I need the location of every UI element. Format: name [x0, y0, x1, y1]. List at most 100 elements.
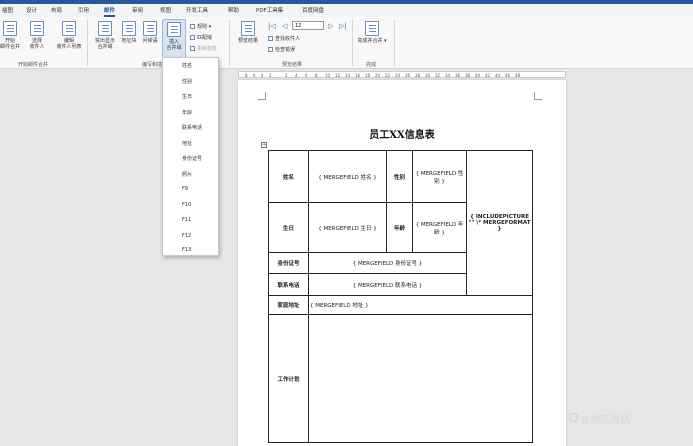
- group-separator: [229, 20, 230, 66]
- work-plan-cell[interactable]: [308, 314, 533, 443]
- insert-field-icon: [167, 22, 181, 37]
- field-address[interactable]: { MERGEFIELD 地址 }: [308, 295, 533, 315]
- field-option[interactable]: 地址: [182, 140, 192, 147]
- finish-merge-button[interactable]: 完成并合并 ▾: [356, 21, 388, 44]
- list-edit-icon: [62, 21, 76, 36]
- ruler-tick: 48: [515, 73, 521, 78]
- preview-abc-icon: [241, 21, 255, 36]
- check-errors-button[interactable]: 检查错误: [268, 46, 295, 53]
- field-option[interactable]: 姓名: [182, 62, 192, 69]
- ruler-tick: 38: [465, 73, 471, 78]
- select-recipients-button[interactable]: 选择 收件人: [26, 21, 48, 50]
- employee-info-table[interactable]: 姓名 { MERGEFIELD 姓名 } 性别 { MERGEFIELD 性别 …: [268, 150, 533, 443]
- ruler-tick: 4: [295, 73, 298, 78]
- ruler-tick: 10: [325, 73, 331, 78]
- group-separator: [394, 20, 395, 66]
- next-record-button[interactable]: ▷: [328, 22, 333, 30]
- label-gender: 性别: [386, 150, 413, 203]
- field-phone[interactable]: { MERGEFIELD 联系电话 }: [308, 273, 467, 296]
- highlight-fields-button[interactable]: 突出显示 合并域: [92, 21, 118, 50]
- update-labels-button[interactable]: 更新标签: [190, 45, 217, 52]
- start-merge-button[interactable]: 开始 邮件合并: [0, 21, 20, 50]
- field-option[interactable]: 性别: [182, 78, 192, 85]
- label-name: 姓名: [268, 150, 309, 203]
- field-photo[interactable]: { INCLUDEPICTURE "" \* MERGEFORMAT }: [466, 150, 533, 296]
- first-record-button[interactable]: |◁: [268, 22, 276, 30]
- field-option[interactable]: F9: [182, 186, 188, 192]
- record-number-input[interactable]: [292, 21, 324, 30]
- find-recipient-label: 查找收件人: [275, 36, 301, 42]
- edit-recipients-label: 编辑 收件人列表: [56, 38, 82, 50]
- ruler-tick: 20: [375, 73, 381, 78]
- ruler-tick: 8: [315, 73, 318, 78]
- ruler-tick: 16: [355, 73, 361, 78]
- horizontal-ruler[interactable]: 8 6 4 2 2 4 6 8 10 12 14 16 18 20 22 24 …: [238, 71, 566, 78]
- greeting-line-label: 问候语: [142, 38, 158, 44]
- tab-insert[interactable]: 插图: [2, 6, 13, 14]
- watermark: @地瓜说机: [580, 415, 630, 426]
- field-name[interactable]: { MERGEFIELD 姓名 }: [308, 150, 387, 203]
- start-merge-label: 开始 邮件合并: [0, 38, 21, 50]
- ruler-tick: 8: [245, 73, 248, 78]
- tab-pdf-tools[interactable]: PDF工具集: [256, 6, 283, 14]
- field-option[interactable]: 联系电话: [182, 124, 202, 131]
- edit-recipients-button[interactable]: 编辑 收件人列表: [54, 21, 84, 50]
- greeting-icon: [143, 21, 157, 36]
- field-age[interactable]: { MERGEFIELD 年龄 }: [412, 202, 467, 253]
- address-block-label: 地址块: [121, 38, 137, 44]
- tab-references[interactable]: 引用: [78, 6, 89, 14]
- match-fields-icon: [190, 35, 195, 40]
- watermark-logo-icon: [569, 413, 578, 422]
- tab-design[interactable]: 设计: [26, 6, 37, 14]
- field-option[interactable]: 照片: [182, 171, 192, 178]
- tab-developer[interactable]: 开发工具: [186, 6, 208, 14]
- tab-view[interactable]: 视图: [160, 6, 171, 14]
- ruler-tick: 6: [305, 73, 308, 78]
- match-fields-button[interactable]: 匹配域: [190, 34, 212, 41]
- group-label-write-insert: 编写和插: [142, 62, 163, 68]
- margin-corner-mark: [258, 92, 266, 100]
- preview-results-button[interactable]: 预览结果: [234, 21, 262, 44]
- greeting-line-button[interactable]: 问候语: [140, 21, 160, 44]
- rules-label: 规则: [197, 24, 208, 30]
- document-title[interactable]: 员工XX信息表: [238, 126, 566, 141]
- tab-help[interactable]: 帮助: [228, 6, 239, 14]
- tab-mailings[interactable]: 邮件: [104, 6, 116, 17]
- tab-review[interactable]: 审阅: [132, 6, 143, 14]
- document-page[interactable]: 员工XX信息表 + 姓名 { MERGEFIELD 姓名 } 性别 { MERG…: [238, 80, 566, 446]
- field-option[interactable]: F11: [182, 217, 191, 223]
- rules-button[interactable]: 规则 ▾: [190, 23, 211, 30]
- ruler-tick: 22: [385, 73, 391, 78]
- field-option[interactable]: F10: [182, 202, 191, 208]
- field-option[interactable]: 身份证号: [182, 155, 202, 162]
- address-block-icon: [122, 21, 136, 36]
- address-block-button[interactable]: 地址块: [119, 21, 139, 44]
- find-recipient-button[interactable]: 查找收件人: [268, 35, 300, 42]
- group-label-preview: 预览结果: [282, 62, 303, 68]
- tab-layout[interactable]: 布局: [51, 6, 62, 14]
- finish-merge-icon: [365, 21, 379, 36]
- field-birthday[interactable]: { MERGEFIELD 生日 }: [308, 202, 387, 253]
- ruler-tick: 12: [335, 73, 341, 78]
- field-option[interactable]: F12: [182, 233, 191, 239]
- recipients-icon: [30, 21, 44, 36]
- menu-bar: 插图 设计 布局 引用 邮件 审阅 视图 开发工具 帮助 PDF工具集 百度网盘: [0, 4, 693, 17]
- field-option[interactable]: F13: [182, 247, 191, 253]
- field-id-number[interactable]: { MERGEFIELD 身份证号 }: [308, 252, 467, 274]
- ruler-tick: 42: [485, 73, 491, 78]
- previous-record-button[interactable]: ◁: [282, 22, 287, 30]
- field-gender[interactable]: { MERGEFIELD 性别 }: [412, 150, 467, 203]
- field-option[interactable]: 生日: [182, 93, 192, 100]
- insert-merge-field-button[interactable]: 插入 合并域: [162, 19, 186, 59]
- ruler-tick: 6: [253, 73, 256, 78]
- label-address: 家庭地址: [268, 295, 309, 315]
- insert-merge-field-dropdown[interactable]: 姓名 性别 生日 年龄 联系电话 地址 身份证号 照片 F9 F10 F11 F…: [162, 57, 219, 256]
- ribbon: 开始 邮件合并 选择 收件人 编辑 收件人列表 开始邮件合并 突出显示 合并域 …: [0, 17, 693, 69]
- ruler-tick: 46: [505, 73, 511, 78]
- insert-merge-field-label: 插入 合并域: [166, 39, 182, 51]
- last-record-button[interactable]: ▷|: [339, 22, 347, 30]
- table-move-handle[interactable]: +: [261, 142, 267, 148]
- field-option[interactable]: 年龄: [182, 109, 192, 116]
- select-recipients-label: 选择 收件人: [29, 38, 45, 50]
- tab-baidu-netdisk[interactable]: 百度网盘: [302, 6, 324, 14]
